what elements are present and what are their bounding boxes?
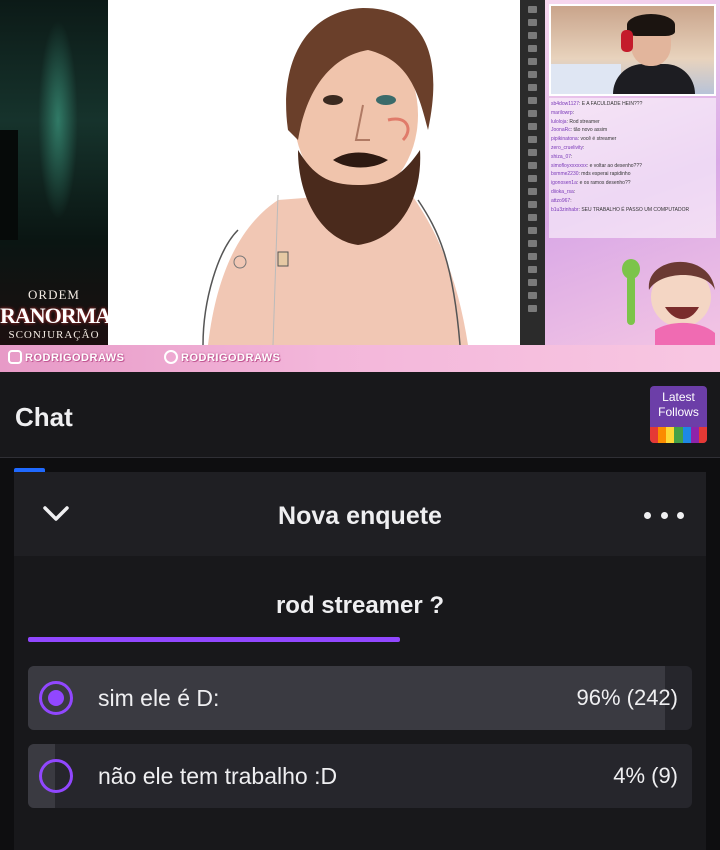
latest-follows-label: Latest Follows (658, 390, 699, 419)
poll-time-progress (28, 637, 692, 642)
instagram-icon (8, 350, 22, 364)
stripe (658, 427, 667, 443)
poll-question: rod streamer ? (275, 592, 445, 619)
poll-option[interactable]: sim ele é D: 96% (242) (28, 666, 692, 730)
stream-banner: RODRIGODRAWS RODRIGODRAWS (0, 345, 720, 372)
instagram-handle: RODRIGODRAWS (8, 350, 125, 364)
mascot-illustration (622, 259, 715, 345)
photoshop-toolbar (520, 0, 545, 345)
overlay-chat: sb4dow1127: E A FACULDADE HEIN??? marilo… (549, 98, 716, 238)
twitter-handle: RODRIGODRAWS (164, 350, 281, 364)
poll-header: Nova enquete (14, 472, 706, 556)
chat-header: Chat (0, 372, 720, 458)
webcam-feed (549, 4, 716, 96)
overlay-chat-line: pipikinatona: você é streamer (551, 136, 617, 143)
stripe (698, 427, 707, 443)
overlay-chat-line: zero_cruelivity: (551, 144, 585, 151)
rainbow-stripes (650, 427, 707, 443)
overlay-chat-line: igonosen1a: e os ramos desenho?? (551, 180, 631, 187)
poll-option-result: 96% (242) (576, 685, 678, 710)
poll-header-title: Nova enquete (278, 502, 442, 530)
overlay-chat-line: bxmme2230: mds esperai rapidinho (551, 171, 631, 178)
radio-button-selected[interactable] (39, 681, 73, 715)
stripe (650, 427, 659, 443)
poll-option-label: não ele tem trabalho :D (98, 763, 338, 789)
latest-follows-button[interactable]: Latest Follows (650, 386, 707, 443)
chat-title: Chat (15, 402, 73, 432)
overlay-chat-line: simofloyxxxxxxx: e voltar ao desenho??? (551, 162, 642, 169)
twitter-icon (164, 350, 178, 364)
game-logo: ORDEM RANORMAL SCONJURAÇÃO (0, 287, 108, 341)
stripe (674, 427, 683, 443)
overlay-chat-line: diioka_rsa: (551, 188, 576, 195)
drawing-canvas (108, 0, 520, 345)
stream-overlay-panel: sb4dow1127: E A FACULDADE HEIN??? marilo… (545, 0, 720, 345)
left-panel-art: ORDEM RANORMAL SCONJURAÇÃO (0, 0, 108, 345)
poll-option-result: 4% (9) (613, 763, 678, 788)
poll-option[interactable]: não ele tem trabalho :D 4% (9) (28, 744, 692, 808)
overlay-chat-line: attzo967: (551, 197, 572, 204)
stripe (690, 427, 699, 443)
stripe (682, 427, 691, 443)
radio-button[interactable] (39, 759, 73, 793)
more-options-icon[interactable] (644, 500, 684, 530)
overlay-chat-line: sb4dow1127: E A FACULDADE HEIN??? (551, 101, 643, 107)
overlay-chat-line: shiza_07: (551, 153, 573, 160)
poll-card: Nova enquete rod streamer ? sim ele é D:… (14, 472, 706, 850)
poll-option-label: sim ele é D: (98, 685, 220, 711)
overlay-chat-line: luloloja: Rod streamer (551, 118, 600, 125)
portrait-drawing (202, 8, 468, 345)
overlay-chat-line: b1u3zinhabr: SEU TRABALHO É PASSO UM COM… (551, 206, 690, 213)
overlay-chat-line: marilowrp: (551, 109, 575, 116)
stream-video[interactable]: ORDEM RANORMAL SCONJURAÇÃO (0, 0, 720, 372)
overlay-chat-line: JoonaRc: tão novo assim (551, 127, 608, 134)
stripe (666, 427, 675, 443)
